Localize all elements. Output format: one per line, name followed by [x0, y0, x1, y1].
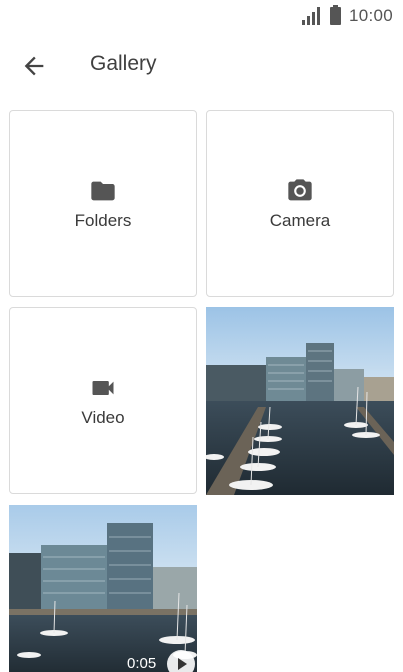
camera-tile[interactable]: Camera — [206, 110, 394, 297]
back-button[interactable] — [20, 52, 48, 80]
page-title: Gallery — [90, 52, 157, 75]
battery-icon — [329, 5, 341, 25]
video-label: Video — [81, 407, 125, 427]
folder-icon — [91, 181, 115, 200]
camera-icon — [288, 178, 312, 200]
videocam-icon — [92, 380, 114, 395]
harbor-video-image — [9, 505, 197, 672]
app-bar: Gallery — [0, 40, 403, 92]
photo-thumbnail[interactable] — [206, 307, 394, 495]
play-icon[interactable] — [167, 650, 195, 672]
camera-label: Camera — [269, 210, 331, 230]
video-duration: 0:05 — [127, 655, 157, 672]
folders-tile[interactable]: Folders — [9, 110, 197, 297]
video-thumbnail[interactable]: 0:05 — [9, 505, 197, 672]
status-bar: 10:00 — [0, 0, 403, 32]
gallery-screen: 10:00 Gallery Folders Camera Video 0:05 — [0, 0, 403, 672]
folders-label: Folders — [74, 210, 132, 230]
harbor-photo-image — [206, 307, 394, 495]
status-time: 10:00 — [348, 6, 393, 25]
signal-icon — [301, 7, 322, 25]
video-tile[interactable]: Video — [9, 307, 197, 494]
arrow-back-icon — [24, 56, 44, 76]
